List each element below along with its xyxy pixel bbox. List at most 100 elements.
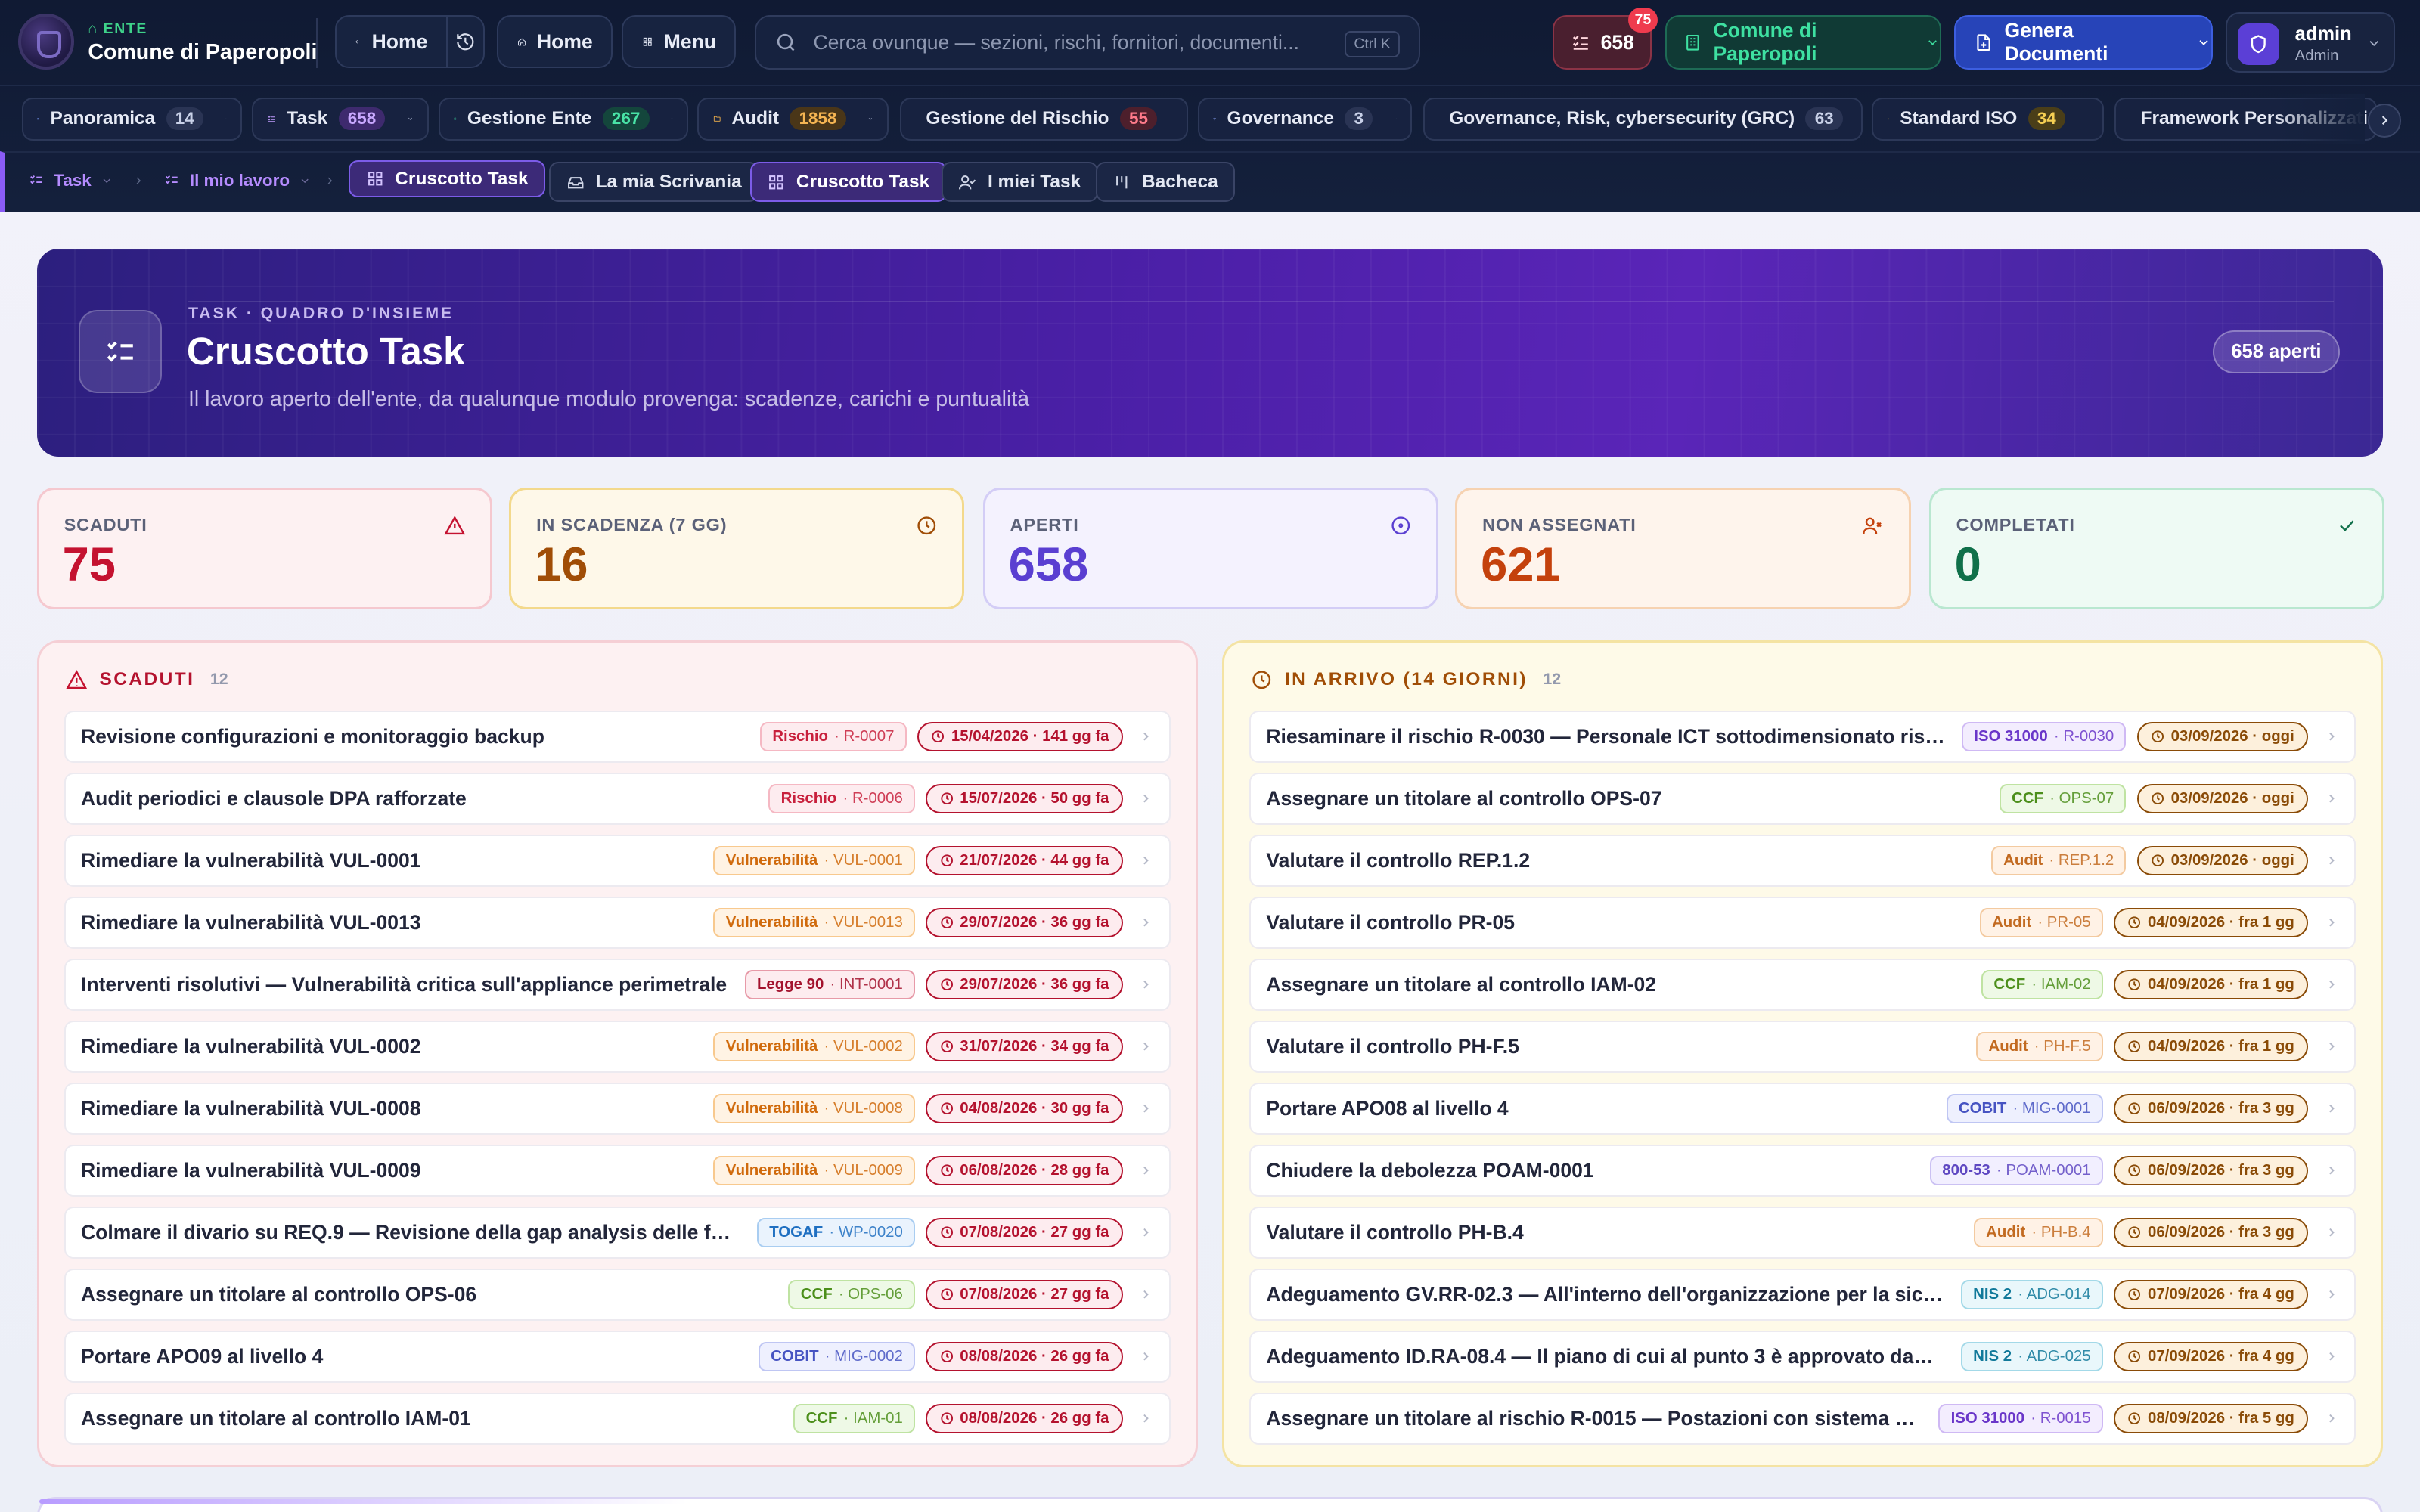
task-row[interactable]: Assegnare un titolare al controllo IAM-0…: [64, 1392, 1171, 1445]
source-badge[interactable]: Audit · PH-B.4: [1973, 1218, 2103, 1247]
task-row[interactable]: Colmare il divario su REQ.9 — Revisione …: [64, 1206, 1171, 1259]
source-badge[interactable]: CCF · IAM-02: [1981, 970, 2103, 999]
open-task-chevron[interactable]: [1123, 1163, 1169, 1177]
ente-logo[interactable]: [18, 14, 74, 70]
generate-documents-button[interactable]: Genera Documenti: [1953, 15, 2214, 70]
global-search[interactable]: Ctrl K: [754, 15, 1420, 70]
open-task-chevron[interactable]: [2308, 730, 2354, 743]
open-task-chevron[interactable]: [1123, 854, 1169, 867]
source-badge[interactable]: Vulnerabilità · VUL-0009: [713, 1156, 916, 1185]
ente-selector[interactable]: Comune di Paperopoli: [1665, 15, 1942, 70]
open-task-chevron[interactable]: [2308, 1287, 2354, 1301]
task-row[interactable]: Rimediare la vulnerabilità VUL-0008 Vulne…: [64, 1082, 1171, 1136]
open-task-chevron[interactable]: [1123, 1411, 1169, 1425]
module-tab-task[interactable]: Task 658: [251, 97, 430, 141]
open-task-chevron[interactable]: [2308, 1163, 2354, 1177]
home-button[interactable]: Home: [497, 15, 613, 68]
open-task-chevron[interactable]: [2308, 1411, 2354, 1425]
open-task-chevron[interactable]: [1123, 1225, 1169, 1239]
user-menu[interactable]: admin Admin: [2225, 12, 2396, 73]
task-row[interactable]: Rimediare la vulnerabilità VUL-0013 Vulne…: [64, 896, 1171, 950]
source-badge[interactable]: Rischio · R-0007: [760, 722, 907, 751]
task-row[interactable]: Rimediare la vulnerabilità VUL-0002 Vulne…: [64, 1020, 1171, 1074]
module-tab-panoramica[interactable]: Panoramica 14: [21, 97, 243, 141]
source-badge[interactable]: NIS 2 · ADG-025: [1960, 1342, 2103, 1371]
breadcrumb-current[interactable]: Cruscotto Task: [349, 160, 545, 198]
task-row[interactable]: Revisione configurazioni e monitoraggio …: [64, 710, 1171, 764]
source-badge[interactable]: COBIT · MIG-0002: [758, 1342, 916, 1371]
tab-task-dashboard[interactable]: Cruscotto Task: [749, 162, 947, 203]
task-row[interactable]: Valutare il controllo PR-05 Audit · PR-05 0…: [1249, 896, 2356, 950]
source-badge[interactable]: CCF · OPS-07: [1999, 784, 2127, 813]
source-badge[interactable]: Rischio · R-0006: [768, 784, 916, 813]
kpi-card-open[interactable]: APERTI 658: [982, 487, 1439, 610]
task-row[interactable]: Audit periodici e clausole DPA rafforzat…: [64, 772, 1171, 826]
source-badge[interactable]: Audit · PR-05: [1979, 908, 2103, 937]
task-row[interactable]: Assegnare un titolare al controllo OPS-0…: [64, 1268, 1171, 1321]
task-row[interactable]: Riesaminare il rischio R-0030 — Personal…: [1249, 710, 2356, 764]
task-row[interactable]: Portare APO08 al livello 4 COBIT · MIG-000…: [1249, 1082, 2356, 1136]
source-badge[interactable]: Vulnerabilità · VUL-0013: [713, 908, 916, 937]
kpi-card-due-soon[interactable]: IN SCADENZA (7 GG) 16: [509, 487, 965, 610]
module-tab-audit[interactable]: Audit 1858: [697, 97, 889, 141]
open-task-chevron[interactable]: [2308, 1040, 2354, 1053]
module-tab-governance[interactable]: Governance 3: [1197, 97, 1413, 141]
open-task-chevron[interactable]: [2308, 1101, 2354, 1115]
module-tab-gestione-ente[interactable]: Gestione Ente 267: [438, 97, 689, 141]
source-badge[interactable]: Vulnerabilità · VUL-0008: [713, 1094, 916, 1123]
task-row[interactable]: Rimediare la vulnerabilità VUL-0001 Vulne…: [64, 834, 1171, 888]
task-row[interactable]: Assegnare un titolare al controllo OPS-0…: [1249, 772, 2356, 826]
breadcrumb-task[interactable]: Task: [28, 171, 113, 191]
task-row[interactable]: Adeguamento ID.RA-08.4 — Il piano di cui…: [1249, 1330, 2356, 1383]
open-task-chevron[interactable]: [2308, 916, 2354, 929]
kpi-card-overdue[interactable]: SCADUTI 75: [36, 487, 492, 610]
open-task-chevron[interactable]: [1123, 916, 1169, 929]
open-task-chevron[interactable]: [1123, 1101, 1169, 1115]
open-task-chevron[interactable]: [2308, 1349, 2354, 1363]
kpi-card-unassigned[interactable]: NON ASSEGNATI 621: [1455, 487, 1911, 610]
source-badge[interactable]: Vulnerabilità · VUL-0002: [713, 1032, 916, 1061]
source-badge[interactable]: ISO 31000 · R-0030: [1961, 722, 2127, 751]
source-badge[interactable]: Audit · REP.1.2: [1990, 846, 2127, 875]
source-badge[interactable]: TOGAF · WP-0020: [756, 1218, 916, 1247]
open-task-chevron[interactable]: [1123, 1040, 1169, 1053]
task-row[interactable]: Portare APO09 al livello 4 COBIT · MIG-000…: [64, 1330, 1171, 1383]
source-badge[interactable]: 800-53 · POAM-0001: [1929, 1156, 2103, 1185]
tab-board[interactable]: Bacheca: [1095, 162, 1236, 203]
tab-my-desk[interactable]: La mia Scrivania: [549, 162, 759, 203]
open-task-chevron[interactable]: [2308, 792, 2354, 805]
source-badge[interactable]: COBIT · MIG-0001: [1946, 1094, 2103, 1123]
open-task-chevron[interactable]: [1123, 978, 1169, 991]
kpi-card-completed[interactable]: COMPLETATI 0: [1929, 487, 2385, 610]
open-task-chevron[interactable]: [2308, 1225, 2354, 1239]
source-badge[interactable]: Legge 90 · INT-0001: [744, 970, 916, 999]
open-task-chevron[interactable]: [2308, 854, 2354, 867]
module-tab-gestione-del-rischio[interactable]: Gestione del Rischio 55: [899, 97, 1189, 141]
source-badge[interactable]: CCF · OPS-06: [788, 1280, 916, 1309]
source-badge[interactable]: NIS 2 · ADG-014: [1960, 1280, 2103, 1309]
task-row[interactable]: Interventi risolutivi — Vulnerabilità cr…: [64, 958, 1171, 1012]
task-row[interactable]: Valutare il controllo PH-F.5 Audit · PH-F.…: [1249, 1020, 2356, 1074]
breadcrumb-my-work[interactable]: Il mio lavoro: [163, 171, 311, 191]
source-badge[interactable]: ISO 31000 · R-0015: [1938, 1404, 2103, 1433]
task-row[interactable]: Adeguamento GV.RR-02.3 — All'interno del…: [1249, 1268, 2356, 1321]
tab-my-tasks[interactable]: I miei Task: [941, 162, 1098, 203]
task-row[interactable]: Rimediare la vulnerabilità VUL-0009 Vulne…: [64, 1144, 1171, 1198]
open-task-chevron[interactable]: [2308, 978, 2354, 991]
task-row[interactable]: Assegnare un titolare al rischio R-0015 …: [1249, 1392, 2356, 1445]
open-task-chevron[interactable]: [1123, 1349, 1169, 1363]
open-task-chevron[interactable]: [1123, 792, 1169, 805]
open-task-chevron[interactable]: [1123, 1287, 1169, 1301]
task-row[interactable]: Valutare il controllo PH-B.4 Audit · PH-B.…: [1249, 1206, 2356, 1259]
task-counter-button[interactable]: 658 75: [1553, 8, 1658, 70]
search-input[interactable]: [813, 30, 1323, 54]
task-row[interactable]: Chiudere la debolezza POAM-0001 800-53 · P…: [1249, 1144, 2356, 1198]
module-tab-standard-iso[interactable]: Standard ISO 34: [1872, 97, 2104, 141]
source-badge[interactable]: Audit · PH-F.5: [1976, 1032, 2103, 1061]
open-task-chevron[interactable]: [1123, 730, 1169, 743]
scroll-right-button[interactable]: [2367, 103, 2402, 138]
history-button[interactable]: [445, 15, 485, 68]
source-badge[interactable]: Vulnerabilità · VUL-0001: [713, 846, 916, 875]
source-badge[interactable]: CCF · IAM-01: [793, 1404, 916, 1433]
task-row[interactable]: Assegnare un titolare al controllo IAM-0…: [1249, 958, 2356, 1012]
